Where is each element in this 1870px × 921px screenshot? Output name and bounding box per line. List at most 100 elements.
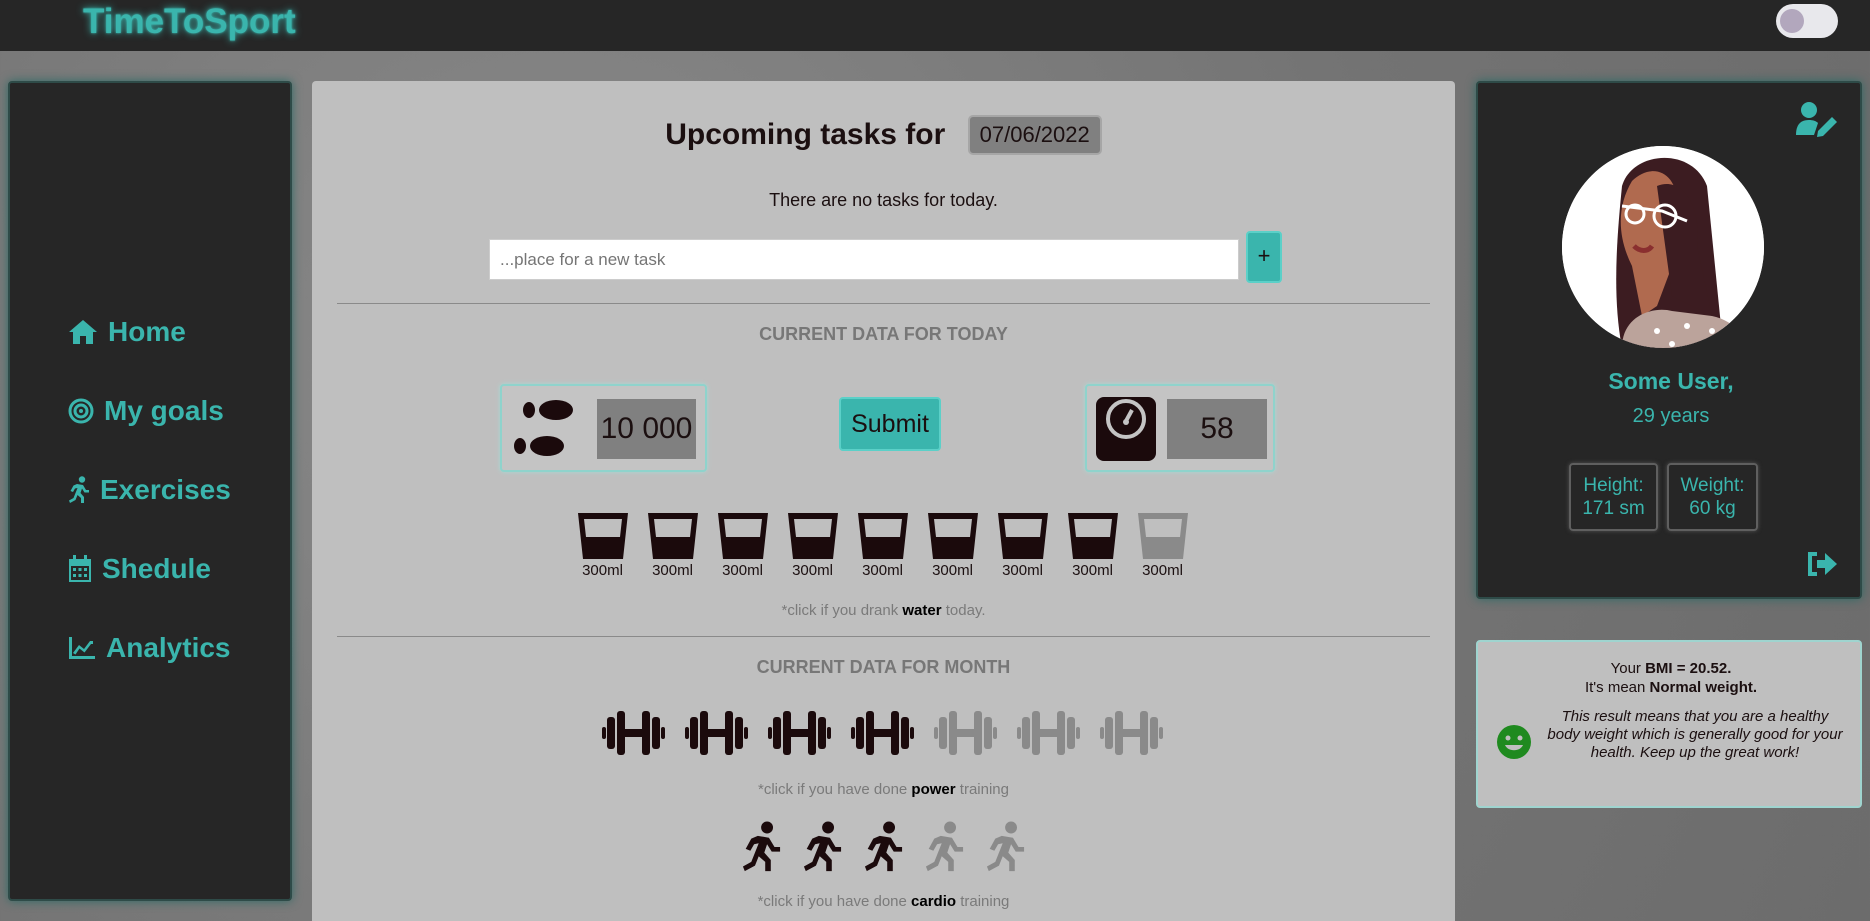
avatar — [1562, 146, 1764, 348]
top-bar: TimeToSport — [0, 0, 1870, 51]
sidebar-item-label: Analytics — [106, 632, 231, 663]
cup-label: 300ml — [1072, 562, 1113, 579]
bmi-card: Your BMI = 20.52. It's mean Normal weigh… — [1476, 640, 1862, 808]
no-tasks-message: There are no tasks for today. — [769, 190, 998, 210]
toggle-knob — [1780, 9, 1804, 33]
submit-button[interactable]: Submit — [839, 397, 941, 451]
cup-label: 300ml — [582, 562, 623, 579]
hint-text: today. — [941, 602, 986, 619]
cardio-training-tracker — [737, 821, 1030, 878]
power-hint: *click if you have done power training — [312, 781, 1455, 798]
avatar-illustration — [1562, 146, 1764, 348]
weighing-scale-icon — [1096, 397, 1156, 461]
divider — [337, 303, 1430, 304]
today-section-title: CURRENT DATA FOR TODAY — [759, 324, 1008, 344]
water-cup[interactable]: 300ml — [926, 513, 979, 579]
glass-icon — [577, 513, 628, 559]
weight-widget: 58 — [1085, 384, 1275, 472]
glass-icon — [647, 513, 698, 559]
hint-bold: water — [902, 602, 942, 619]
bmi-value-line: Your BMI = 20.52. — [1478, 660, 1864, 677]
weight-badge: Weight: 60 kg — [1667, 463, 1758, 531]
glass-icon — [717, 513, 768, 559]
bmi-value: BMI = 20.52. — [1645, 660, 1732, 677]
water-cup[interactable]: 300ml — [856, 513, 909, 579]
dumbbell-icon[interactable] — [768, 711, 831, 760]
glass-icon — [997, 513, 1048, 559]
running-icon — [69, 476, 89, 503]
dumbbell-icon[interactable] — [1100, 711, 1163, 760]
hint-text: training — [956, 893, 1010, 910]
footsteps-icon — [514, 400, 573, 456]
dumbbell-icon[interactable] — [685, 711, 748, 760]
date-picker[interactable]: 07/06/2022 — [967, 115, 1102, 155]
sidebar-item-home[interactable]: Home — [68, 316, 186, 348]
running-icon[interactable] — [737, 821, 786, 878]
cup-label: 300ml — [862, 562, 903, 579]
app-logo[interactable]: TimeToSport — [83, 2, 296, 42]
logout-icon[interactable] — [1806, 550, 1838, 578]
new-task-input[interactable] — [489, 239, 1239, 280]
bmi-category: Normal weight. — [1649, 679, 1758, 696]
weight-label: Weight: — [1680, 475, 1745, 496]
running-icon[interactable] — [859, 821, 908, 878]
hint-text: training — [955, 781, 1009, 798]
hint-text: *click if you drank — [781, 602, 903, 619]
water-cup[interactable]: 300ml — [786, 513, 839, 579]
heading-label: Upcoming tasks for — [665, 118, 946, 151]
cup-label: 300ml — [932, 562, 973, 579]
sidebar-item-analytics[interactable]: Analytics — [68, 632, 231, 664]
sidebar-item-label: Home — [108, 316, 186, 347]
running-icon[interactable] — [798, 821, 847, 878]
hint-text: *click if you have done — [757, 893, 912, 910]
height-label: Height: — [1583, 475, 1644, 496]
sidebar: Home My goals Exercises Shedule Analytic… — [8, 81, 292, 901]
target-icon — [68, 398, 94, 424]
water-cup[interactable]: 300ml — [576, 513, 629, 579]
running-icon[interactable] — [981, 821, 1030, 878]
water-cup[interactable]: 300ml — [716, 513, 769, 579]
water-cup[interactable]: 300ml — [646, 513, 699, 579]
hint-bold: cardio — [911, 893, 957, 910]
cup-label: 300ml — [722, 562, 763, 579]
running-icon[interactable] — [920, 821, 969, 878]
weight-value[interactable]: 58 — [1167, 399, 1267, 459]
glass-icon — [1067, 513, 1118, 559]
cup-label: 300ml — [792, 562, 833, 579]
water-cups: 300ml 300ml 300ml 300ml 300ml 300ml 300ml 300ml… — [576, 513, 1189, 579]
steps-widget: 10 000 — [500, 384, 707, 472]
sidebar-item-exercises[interactable]: Exercises — [68, 474, 231, 506]
water-cup[interactable]: 300ml — [1136, 513, 1189, 579]
glass-icon — [857, 513, 908, 559]
bmi-text: Your — [1610, 660, 1646, 677]
divider — [337, 636, 1430, 637]
add-task-button[interactable]: + — [1246, 231, 1282, 283]
hint-bold: power — [911, 781, 956, 798]
cardio-hint: *click if you have done cardio training — [312, 893, 1455, 910]
profile-panel: Some User, 29 years Height: 171 sm Weigh… — [1476, 81, 1862, 599]
glass-icon — [1137, 513, 1188, 559]
glass-icon — [787, 513, 838, 559]
sidebar-item-shedule[interactable]: Shedule — [68, 553, 211, 585]
steps-value[interactable]: 10 000 — [597, 399, 696, 459]
calendar-icon — [69, 555, 91, 582]
weight-value: 60 kg — [1689, 498, 1736, 519]
water-cup[interactable]: 300ml — [996, 513, 1049, 579]
edit-user-icon[interactable] — [1796, 101, 1838, 137]
chart-line-icon — [69, 637, 95, 659]
dumbbell-icon[interactable] — [1017, 711, 1080, 760]
cup-label: 300ml — [1002, 562, 1043, 579]
page-title: Upcoming tasks for 07/06/2022 — [312, 115, 1455, 155]
sidebar-item-my-goals[interactable]: My goals — [68, 395, 224, 427]
dumbbell-icon[interactable] — [851, 711, 914, 760]
hint-text: *click if you have done — [758, 781, 912, 798]
height-value: 171 sm — [1582, 498, 1645, 519]
water-cup[interactable]: 300ml — [1066, 513, 1119, 579]
theme-toggle[interactable] — [1776, 4, 1838, 38]
dumbbell-icon[interactable] — [602, 711, 665, 760]
smiley-icon — [1497, 725, 1531, 759]
cup-label: 300ml — [1142, 562, 1183, 579]
user-age: 29 years — [1632, 405, 1710, 427]
dumbbell-icon[interactable] — [934, 711, 997, 760]
user-name: Some User, — [1608, 368, 1734, 394]
